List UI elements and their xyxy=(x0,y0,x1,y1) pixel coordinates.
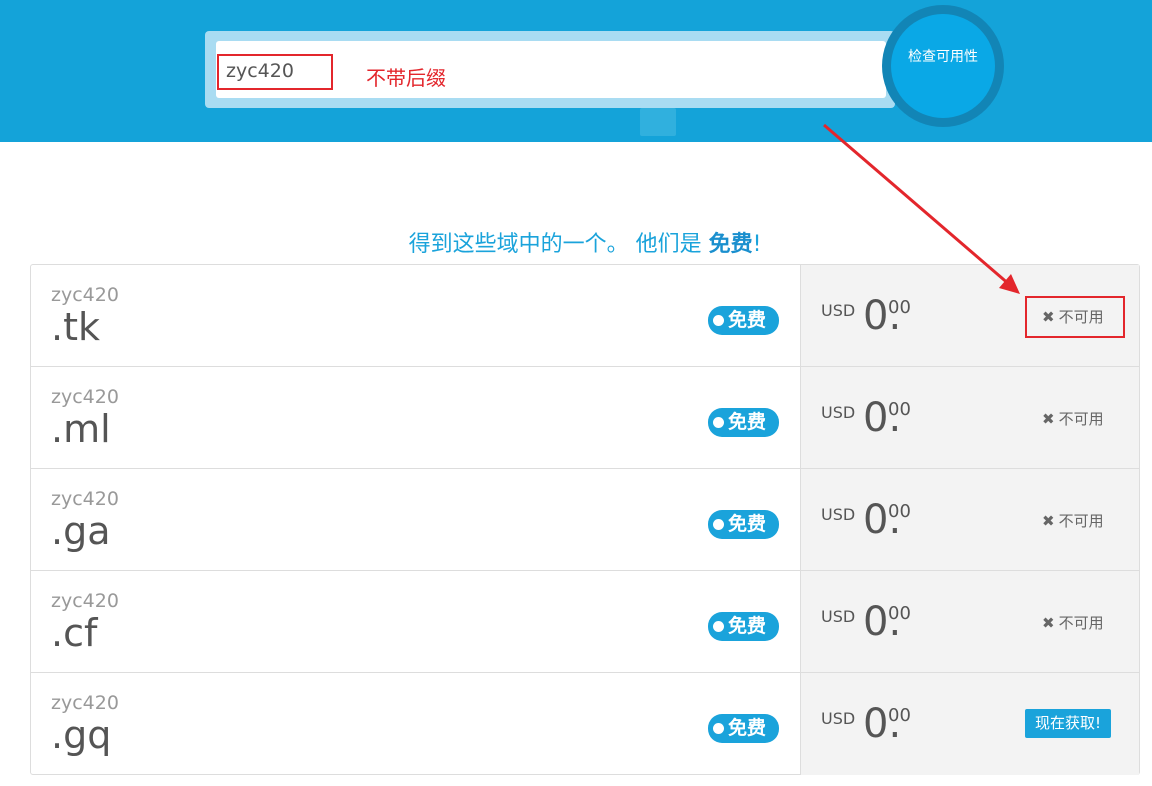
annotation-arrow xyxy=(823,123,1020,294)
annotation-arrow-line xyxy=(823,123,1011,287)
